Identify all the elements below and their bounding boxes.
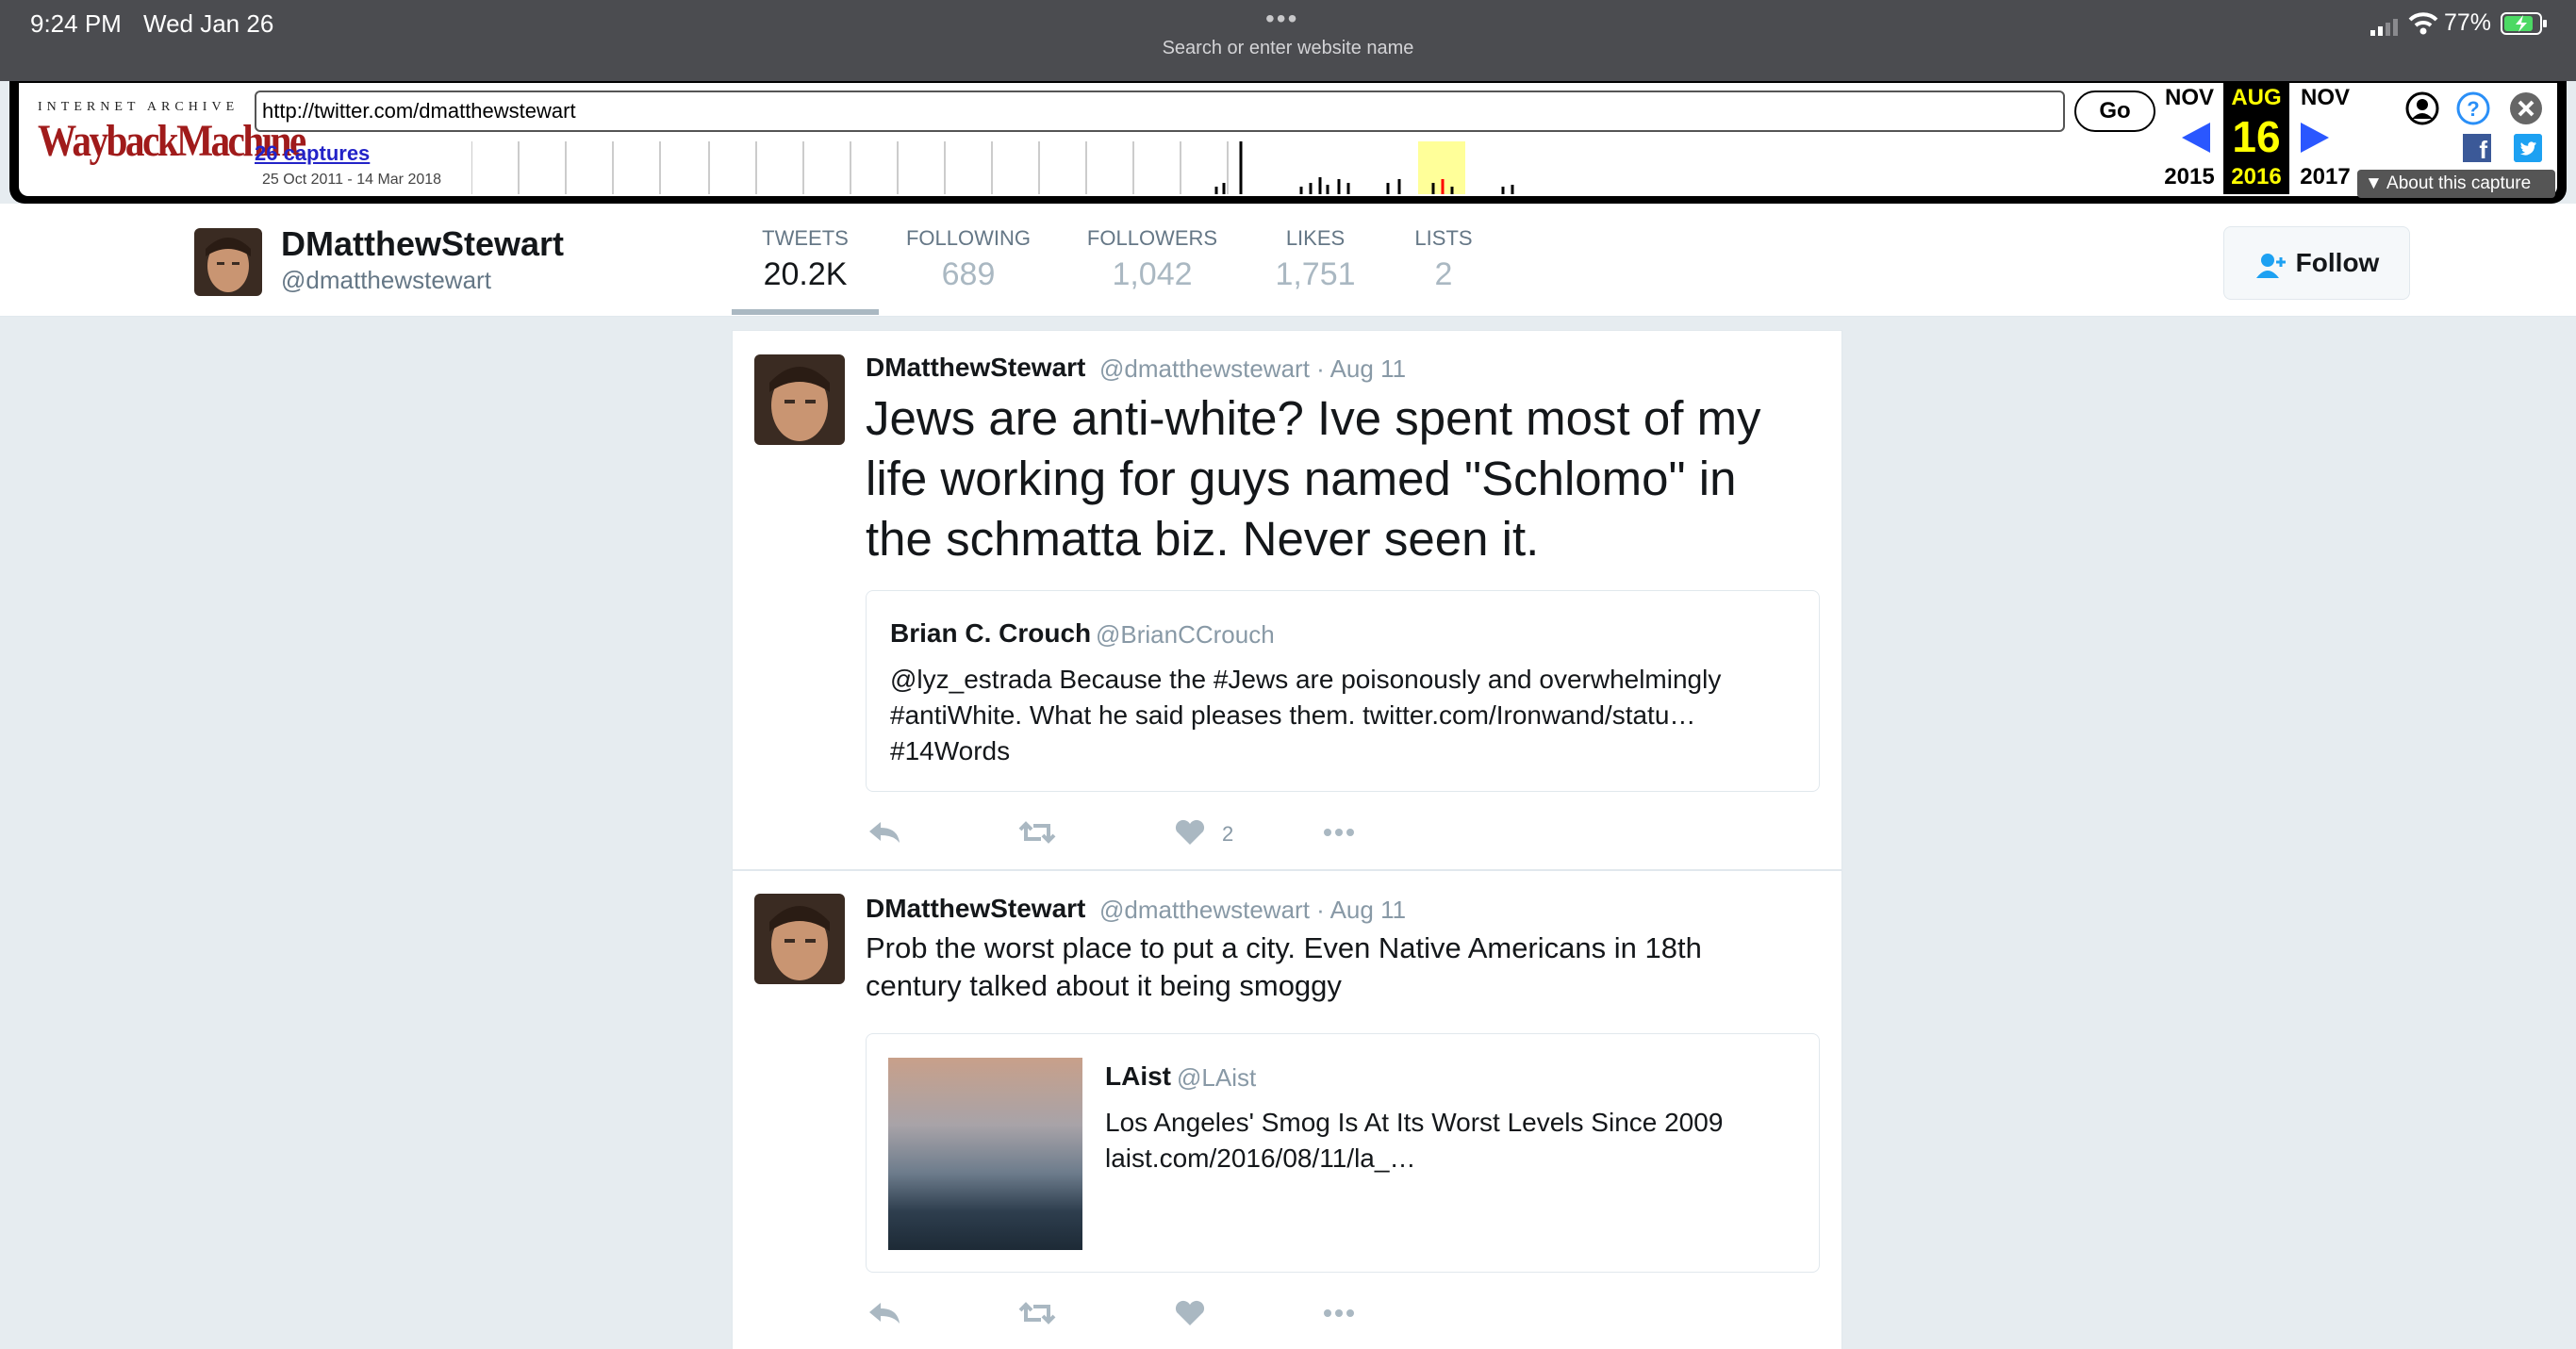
stat-following-value: 689 bbox=[941, 256, 996, 292]
tweet-text-line: century talked about it being smoggy bbox=[866, 969, 1342, 1002]
card-source-name: LAist bbox=[1105, 1061, 1171, 1091]
current-capture-month: AUG bbox=[2231, 85, 2282, 110]
stat-following-label: FOLLOWING bbox=[905, 226, 1031, 250]
more-options-icon[interactable] bbox=[1320, 818, 1358, 847]
close-icon[interactable] bbox=[2508, 90, 2544, 126]
card-source-handle: @LAist bbox=[1177, 1063, 1257, 1092]
safari-tab-dots-icon[interactable]: ••• bbox=[1265, 4, 1298, 34]
prev-capture-arrow-icon[interactable] bbox=[2182, 123, 2210, 153]
stat-following[interactable]: FOLLOWING 689 bbox=[896, 226, 1041, 293]
tweet-divider bbox=[732, 869, 1842, 871]
stat-followers-label: FOLLOWERS bbox=[1086, 226, 1218, 250]
active-tab-indicator bbox=[732, 309, 879, 315]
next-capture-year[interactable]: 2017 bbox=[2297, 164, 2353, 190]
card-text: Los Angeles' Smog Is At Its Worst Levels… bbox=[1105, 1105, 1803, 1176]
retweet-icon[interactable] bbox=[1018, 818, 1056, 847]
current-capture-year: 2016 bbox=[2231, 164, 2282, 189]
quoted-author-handle: @BrianCCrouch bbox=[1096, 620, 1275, 649]
stat-tweets[interactable]: TWEETS 20.2K bbox=[735, 226, 875, 293]
link-preview-thumbnail bbox=[888, 1058, 1082, 1250]
current-capture-day: 16 bbox=[2232, 112, 2281, 161]
more-options-icon[interactable] bbox=[1320, 1299, 1358, 1327]
tweet-author-name[interactable]: DMatthewStewart bbox=[866, 894, 1085, 924]
wifi-icon bbox=[2408, 12, 2438, 35]
reply-icon[interactable] bbox=[866, 1299, 903, 1327]
cellular-signal-icon bbox=[2370, 19, 2398, 36]
stat-tweets-value: 20.2K bbox=[763, 256, 848, 292]
help-icon[interactable]: ? bbox=[2455, 90, 2491, 126]
tweet-text-line: life working for guys named "Schlomo" in bbox=[866, 452, 1737, 505]
prev-capture-year[interactable]: 2015 bbox=[2161, 164, 2218, 190]
user-account-icon[interactable] bbox=[2404, 90, 2440, 126]
profile-name[interactable]: DMatthewStewart bbox=[281, 224, 564, 264]
capture-sparkline[interactable] bbox=[471, 141, 1707, 194]
tweet-avatar[interactable] bbox=[754, 354, 845, 445]
next-capture-month[interactable]: NOV bbox=[2297, 85, 2353, 111]
follow-button-label: Follow bbox=[2295, 248, 2380, 277]
quoted-text-line: #antiWhite. What he said pleases them. t… bbox=[890, 700, 1696, 730]
stat-lists-value: 2 bbox=[1434, 256, 1453, 292]
status-bar: 9:24 PM Wed Jan 26 ••• Search or enter w… bbox=[0, 0, 2576, 81]
follow-person-icon bbox=[2255, 253, 2286, 278]
safari-address-field[interactable]: Search or enter website name bbox=[943, 38, 1633, 59]
next-capture-arrow-icon[interactable] bbox=[2301, 123, 2329, 153]
tweet-text-line: the schmatta biz. Never seen it. bbox=[866, 512, 1540, 566]
tweet-text: Jews are anti-white? Ive spent most of m… bbox=[866, 388, 1808, 569]
stat-lists-label: LISTS bbox=[1414, 226, 1473, 250]
profile-handle: @dmatthewstewart bbox=[281, 266, 491, 294]
svg-text:?: ? bbox=[2467, 97, 2479, 121]
quoted-tweet-text: @lyz_estrada Because the #Jews are poiso… bbox=[890, 662, 1795, 769]
quoted-author-name: Brian C. Crouch bbox=[890, 618, 1092, 648]
follow-button[interactable]: Follow bbox=[2223, 226, 2410, 300]
prev-capture-month[interactable]: NOV bbox=[2161, 85, 2218, 111]
captures-date-range: 25 Oct 2011 - 14 Mar 2018 bbox=[262, 172, 442, 188]
tweet-text-line: Prob the worst place to put a city. Even… bbox=[866, 931, 1702, 964]
stat-likes-label: LIKES bbox=[1285, 226, 1346, 250]
tweet-text: Prob the worst place to put a city. Even… bbox=[866, 929, 1808, 1005]
stat-likes[interactable]: LIKES 1,751 bbox=[1263, 226, 1367, 293]
internet-archive-label: INTERNET ARCHIVE bbox=[38, 100, 239, 114]
tweet-author-name[interactable]: DMatthewStewart bbox=[866, 353, 1085, 383]
wayback-go-button[interactable]: Go bbox=[2074, 90, 2155, 132]
stat-likes-value: 1,751 bbox=[1275, 256, 1356, 292]
tweet-text-line: Jews are anti-white? Ive spent most of m… bbox=[866, 391, 1761, 445]
quoted-text-line: #14Words bbox=[890, 736, 1011, 765]
captures-link[interactable]: 26 captures bbox=[255, 141, 370, 166]
twitter-share-icon[interactable] bbox=[2514, 134, 2542, 162]
tweet-author-meta[interactable]: @dmatthewstewart · Aug 11 bbox=[1099, 896, 1406, 925]
retweet-icon[interactable] bbox=[1018, 1299, 1056, 1327]
about-capture-label: About this capture bbox=[2386, 173, 2532, 193]
stat-lists[interactable]: LISTS 2 bbox=[1405, 226, 1482, 293]
like-icon[interactable] bbox=[1171, 1299, 1209, 1327]
battery-charging-icon bbox=[2501, 12, 2547, 35]
stat-tweets-label: TWEETS bbox=[762, 226, 849, 250]
profile-avatar[interactable] bbox=[194, 228, 262, 296]
status-time: 9:24 PM bbox=[30, 9, 122, 38]
stat-followers-value: 1,042 bbox=[1112, 256, 1193, 292]
card-text-line: Los Angeles' Smog Is At Its Worst Levels… bbox=[1105, 1108, 1724, 1137]
like-icon[interactable] bbox=[1171, 818, 1209, 847]
status-date: Wed Jan 26 bbox=[143, 9, 274, 38]
tweet-author-meta[interactable]: @dmatthewstewart · Aug 11 bbox=[1099, 354, 1406, 384]
tweet-avatar[interactable] bbox=[754, 894, 845, 984]
card-text-line: laist.com/2016/08/11/la_… bbox=[1105, 1143, 1416, 1173]
like-count: 2 bbox=[1222, 822, 1234, 846]
battery-percentage: 77% bbox=[2444, 9, 2492, 36]
stat-followers[interactable]: FOLLOWERS 1,042 bbox=[1075, 226, 1230, 293]
wayback-url-input[interactable] bbox=[255, 90, 2065, 132]
quoted-text-line: @lyz_estrada Because the #Jews are poiso… bbox=[890, 665, 1722, 694]
about-capture-dropdown[interactable]: ▼ About this capture bbox=[2357, 170, 2555, 198]
facebook-share-icon[interactable]: f bbox=[2463, 134, 2491, 164]
reply-icon[interactable] bbox=[866, 818, 903, 847]
